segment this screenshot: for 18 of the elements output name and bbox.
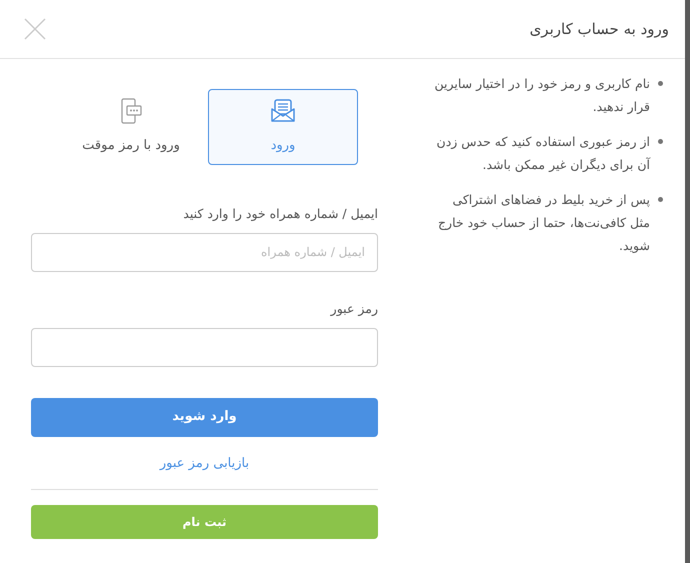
forgot-password-link[interactable]: بازیابی رمز عبور	[160, 454, 250, 473]
bullet-icon	[658, 197, 663, 202]
login-tab[interactable]: ورود با رمز موقت	[56, 89, 206, 165]
login-button[interactable]: وارد شوید	[31, 398, 378, 436]
input-field[interactable]	[31, 328, 378, 366]
register-button[interactable]: ثبت نام	[31, 505, 378, 539]
login-tab[interactable]: ورود	[208, 89, 358, 165]
tip-text: پس از خرید بلیط در فضاهای اشتراکی مثل کافی‌نت‌ها، حتما از حساب خود خارج شوید.	[436, 191, 650, 255]
bullet-icon	[658, 81, 663, 86]
envelope-icon	[270, 98, 296, 124]
close-icon[interactable]	[24, 18, 46, 40]
input-field[interactable]: ایمیل / شماره همراه	[31, 232, 378, 272]
bullet-icon	[658, 139, 663, 144]
field-label: رمز عبور	[329, 300, 378, 318]
tip-text: نام کاربری و رمز خود را در اختیار سایرین قرار ندهید.	[433, 75, 650, 116]
tip-text: از رمز عبوری استفاده کنید که حدس زدن آن برای دیگران غیر ممکن باشد.	[436, 133, 650, 174]
dialog-title: ورود به حساب کاربری	[530, 18, 669, 40]
field-label: ایمیل / شماره همراه خود را وارد کنید	[182, 205, 378, 223]
